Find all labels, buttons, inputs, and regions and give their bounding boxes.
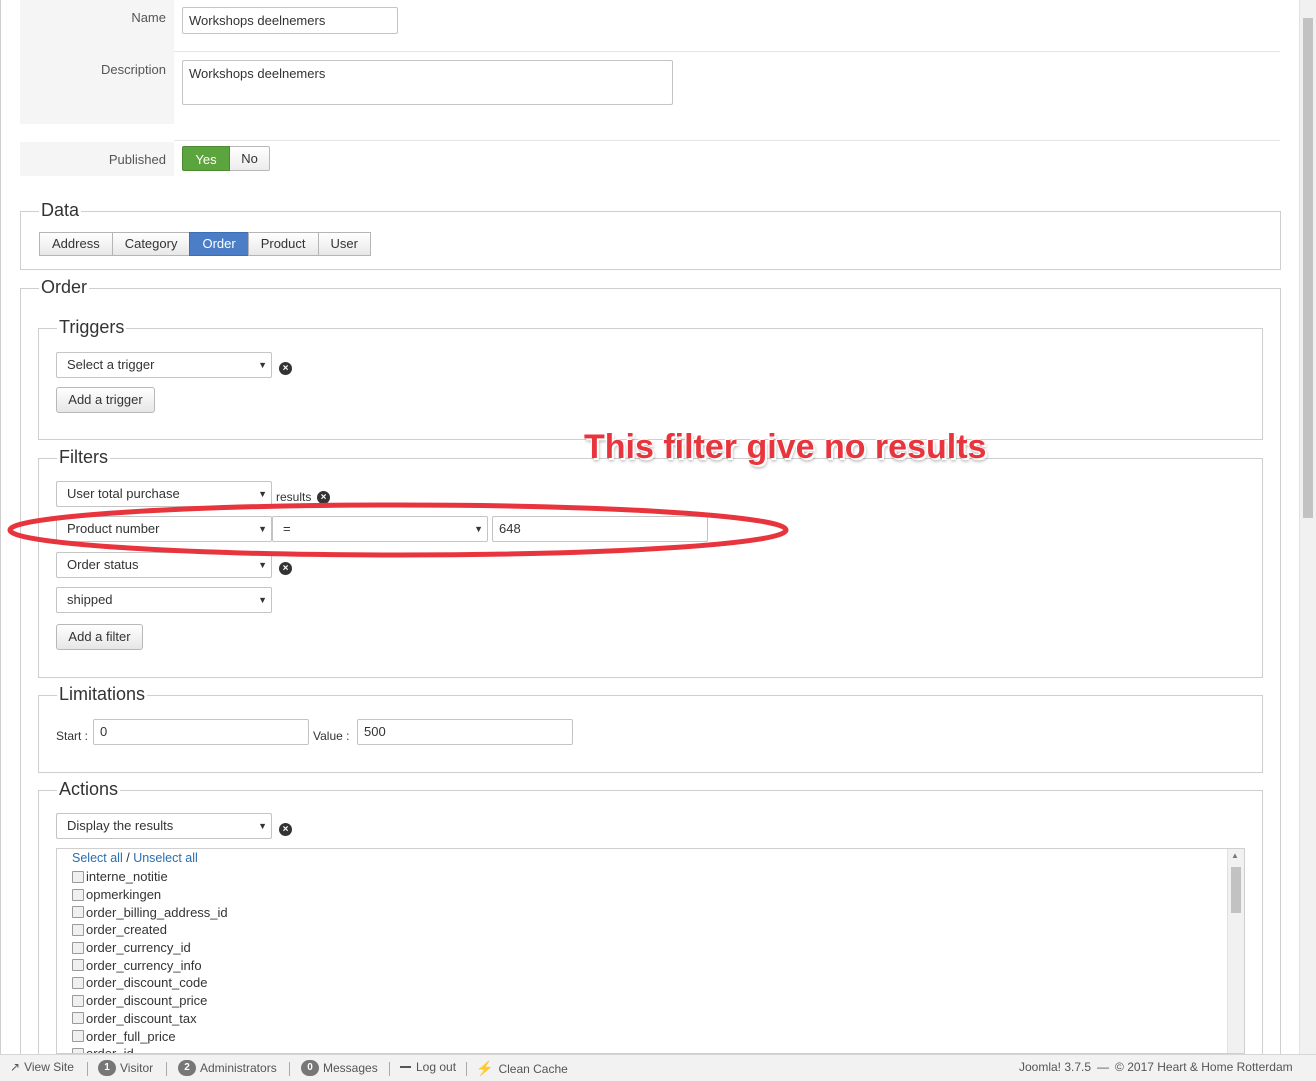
divider [466,1062,467,1076]
visitor-label: Visitor [120,1061,154,1075]
minus-icon [400,1066,411,1068]
annotation-ellipse [7,502,789,558]
copyright-text: © 2017 Heart & Home Rotterdam [1115,1060,1293,1074]
clean-cache-label: Clean Cache [498,1061,568,1076]
divider [166,1062,167,1076]
annotation-text: This filter give no results [584,428,987,466]
page-scrollbar-thumb[interactable] [1303,18,1313,518]
messages-badge: 0 [301,1060,319,1076]
admin-badge: 2 [178,1060,196,1076]
divider [289,1062,290,1076]
external-link-icon: ↗ [10,1060,21,1074]
joomla-version: Joomla! 3.7.5 [1019,1060,1092,1074]
view-site-label: View Site [24,1060,74,1074]
clean-cache-link[interactable]: ⚡ Clean Cache [476,1060,568,1077]
footer-dash: — [1097,1060,1110,1074]
administrators-count: 2 Administrators [178,1060,277,1076]
visitor-count: 1 Visitor [98,1060,153,1076]
logout-link[interactable]: Log out [400,1060,456,1074]
admin-label: Administrators [200,1061,277,1075]
divider [87,1062,88,1076]
annotation-overlay [7,502,789,558]
lightning-icon: ⚡ [476,1060,494,1076]
divider [389,1062,390,1076]
status-bar: ↗ View Site 1 Visitor 2 Administrators 0… [0,1054,1316,1081]
page-scrollbar[interactable] [1299,0,1316,1054]
messages-label: Messages [323,1061,378,1075]
footer-info: Joomla! 3.7.5 — © 2017 Heart & Home Rott… [1019,1060,1293,1074]
view-site-link[interactable]: ↗ View Site [10,1060,74,1074]
messages-count[interactable]: 0 Messages [301,1060,378,1076]
logout-label: Log out [416,1060,457,1074]
visitor-badge: 1 [98,1060,116,1076]
